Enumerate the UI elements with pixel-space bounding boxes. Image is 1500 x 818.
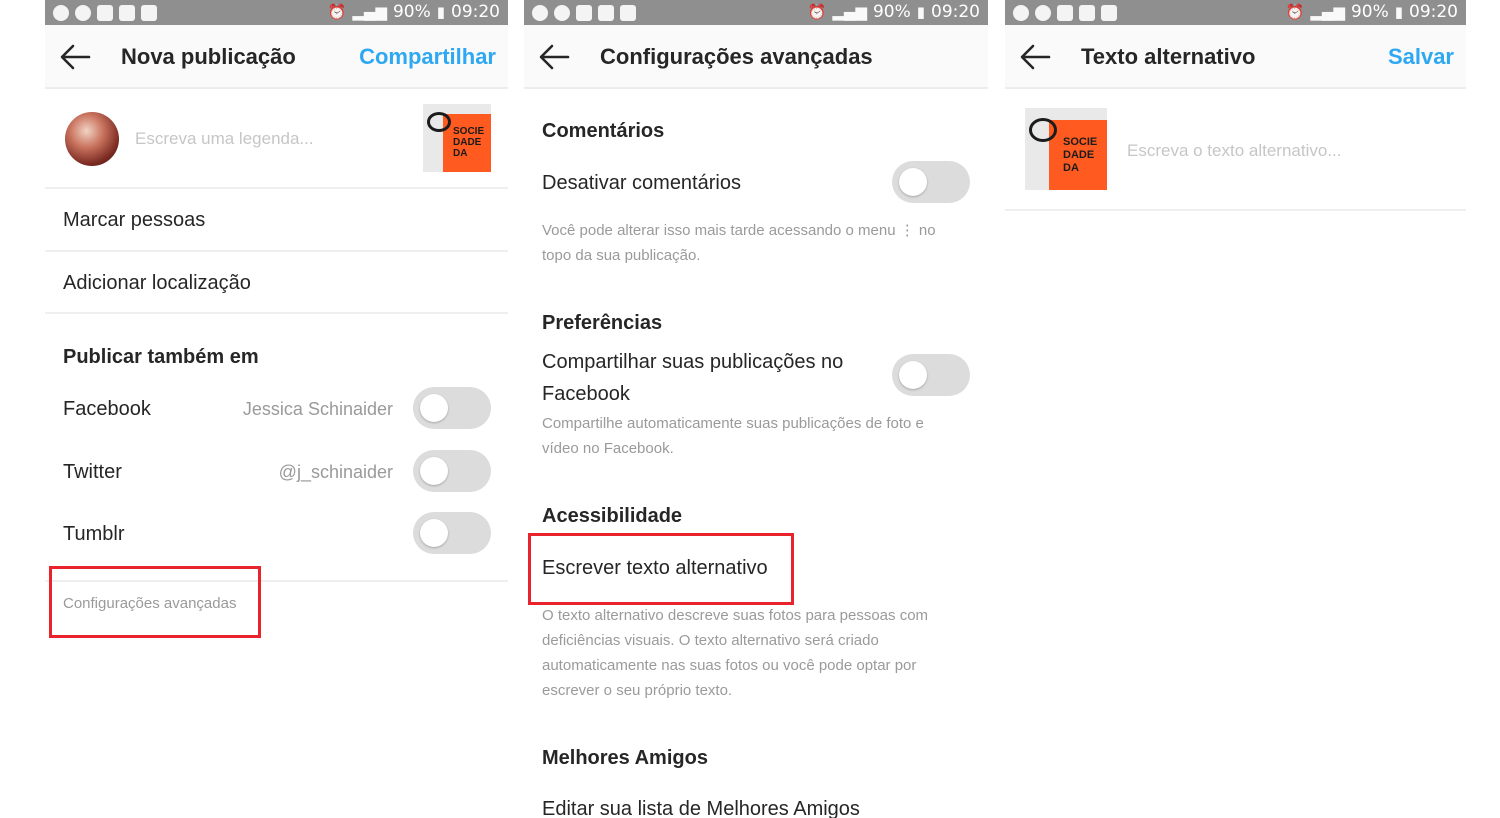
screen-new-post: ⏰ ▂▄▆ 90% ▮ 09:20 Nova publicação Compar… bbox=[45, 0, 508, 818]
page-title: Texto alternativo bbox=[1081, 44, 1256, 69]
screen-alt-text: ⏰ ▂▄▆ 90% ▮ 09:20 Texto alternativo Salv… bbox=[1005, 0, 1466, 818]
share-to-facebook-description: Compartilhe automaticamente suas publica… bbox=[542, 415, 924, 457]
alarm-icon: ⏰ bbox=[327, 3, 347, 21]
disable-comments-label: Desativar comentários bbox=[542, 172, 741, 194]
screen-advanced-settings: ⏰ ▂▄▆ 90% ▮ 09:20 Configurações avançada… bbox=[524, 0, 988, 818]
battery-level: 90% bbox=[872, 2, 911, 22]
alarm-icon: ⏰ bbox=[807, 3, 827, 21]
signal-icon: ▂▄▆ bbox=[1310, 3, 1345, 21]
notification-icons bbox=[53, 0, 157, 25]
section-header-publish-also: Publicar também em bbox=[63, 346, 259, 368]
share-network-facebook: Facebook bbox=[63, 398, 151, 420]
caption-input[interactable]: Escreva uma legenda... bbox=[135, 129, 314, 149]
battery-icon: ▮ bbox=[1394, 3, 1403, 21]
disable-comments-toggle[interactable] bbox=[892, 161, 970, 203]
thumbnail-text-line: SOCIE bbox=[1063, 136, 1098, 148]
alt-text-description: O texto alternativo descreve suas fotos … bbox=[542, 607, 929, 699]
clock: 09:20 bbox=[931, 2, 980, 22]
back-arrow-icon[interactable] bbox=[59, 43, 91, 71]
clock: 09:20 bbox=[451, 2, 500, 22]
notification-icons bbox=[1013, 0, 1117, 25]
page-title: Configurações avançadas bbox=[600, 44, 873, 69]
section-header-preferences: Preferências bbox=[542, 312, 663, 334]
notification-icons bbox=[532, 0, 636, 25]
app-bar: Nova publicação Compartilhar bbox=[45, 25, 508, 89]
divider bbox=[45, 250, 508, 252]
share-to-facebook-toggle[interactable] bbox=[892, 354, 970, 396]
post-thumbnail[interactable]: SOCIE DADE DA bbox=[423, 104, 491, 172]
signal-icon: ▂▄▆ bbox=[352, 3, 387, 21]
section-header-accessibility: Acessibilidade bbox=[542, 505, 683, 527]
edit-close-friends-item[interactable]: Editar sua lista de Melhores Amigos bbox=[542, 798, 860, 818]
section-header-close-friends: Melhores Amigos bbox=[542, 747, 708, 769]
post-thumbnail: SOCIE DADE DA bbox=[1025, 108, 1107, 190]
signal-icon: ▂▄▆ bbox=[832, 3, 867, 21]
highlight-box bbox=[49, 566, 261, 638]
share-network-twitter: Twitter bbox=[63, 461, 122, 483]
avatar bbox=[65, 112, 119, 166]
app-bar: Configurações avançadas bbox=[524, 25, 988, 89]
twitter-toggle[interactable] bbox=[413, 450, 491, 492]
share-account-facebook: Jessica Schinaider bbox=[242, 399, 393, 419]
app-bar: Texto alternativo Salvar bbox=[1005, 25, 1466, 89]
comments-description: Você pode alterar isso mais tarde acessa… bbox=[542, 222, 936, 264]
divider bbox=[1005, 209, 1466, 211]
alarm-icon: ⏰ bbox=[1285, 3, 1305, 21]
share-network-tumblr: Tumblr bbox=[63, 523, 125, 545]
battery-icon: ▮ bbox=[916, 3, 925, 21]
tumblr-toggle[interactable] bbox=[413, 512, 491, 554]
divider bbox=[45, 312, 508, 314]
back-arrow-icon[interactable] bbox=[1019, 43, 1051, 71]
tag-people-item[interactable]: Marcar pessoas bbox=[63, 209, 205, 232]
section-header-comments: Comentários bbox=[542, 120, 665, 142]
status-bar: ⏰ ▂▄▆ 90% ▮ 09:20 bbox=[45, 0, 508, 25]
highlight-box bbox=[528, 533, 794, 605]
divider bbox=[45, 187, 508, 189]
status-bar: ⏰ ▂▄▆ 90% ▮ 09:20 bbox=[1005, 0, 1466, 25]
page-title: Nova publicação bbox=[121, 44, 296, 69]
alt-text-input[interactable]: Escreva o texto alternativo... bbox=[1127, 141, 1342, 161]
save-button[interactable]: Salvar bbox=[1388, 44, 1454, 70]
battery-level: 90% bbox=[1350, 2, 1389, 22]
thumbnail-text-line: DA bbox=[453, 148, 468, 159]
thumbnail-text-line: SOCIE bbox=[453, 126, 485, 137]
facebook-toggle[interactable] bbox=[413, 387, 491, 429]
thumbnail-text-line: DADE bbox=[453, 137, 482, 148]
clock: 09:20 bbox=[1409, 2, 1458, 22]
battery-icon: ▮ bbox=[436, 3, 445, 21]
share-to-facebook-label: Compartilhar suas publicações no Faceboo… bbox=[542, 351, 844, 405]
share-button[interactable]: Compartilhar bbox=[359, 44, 496, 70]
add-location-item[interactable]: Adicionar localização bbox=[63, 272, 251, 295]
status-bar: ⏰ ▂▄▆ 90% ▮ 09:20 bbox=[524, 0, 988, 25]
battery-level: 90% bbox=[392, 2, 431, 22]
thumbnail-text-line: DA bbox=[1063, 162, 1079, 174]
share-account-twitter: @j_schinaider bbox=[278, 462, 393, 482]
back-arrow-icon[interactable] bbox=[538, 43, 570, 71]
thumbnail-text-line: DADE bbox=[1063, 149, 1095, 161]
